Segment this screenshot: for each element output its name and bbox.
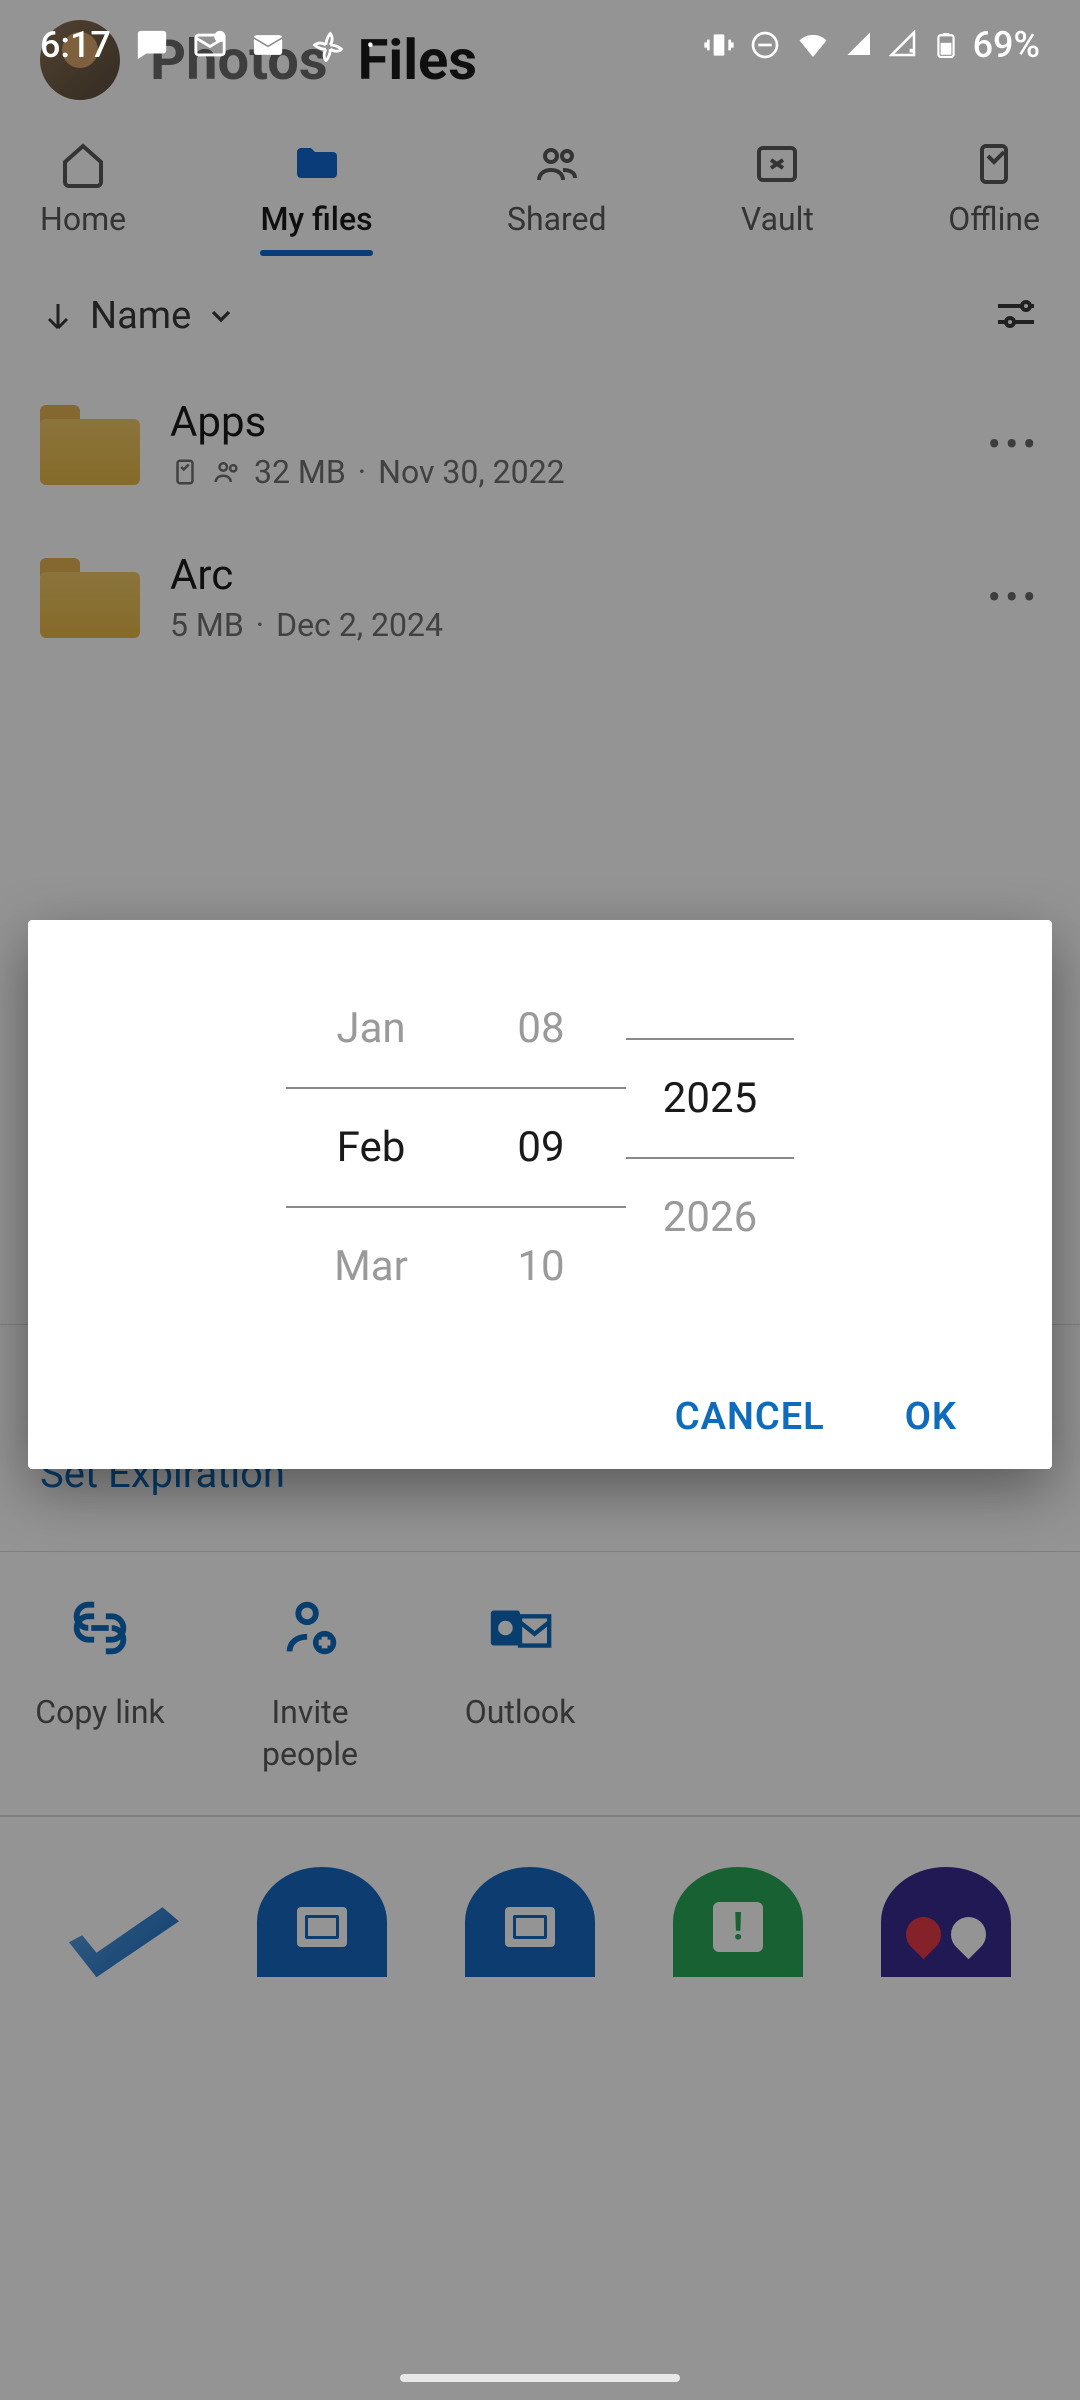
fan-icon bbox=[309, 28, 343, 62]
gesture-bar[interactable] bbox=[400, 2374, 680, 2382]
mail-icon bbox=[193, 28, 227, 62]
clock: 6:17 bbox=[40, 24, 111, 66]
signal-icon bbox=[889, 30, 919, 60]
vibrate-icon bbox=[703, 29, 735, 61]
signal-icon bbox=[845, 30, 875, 60]
dot-icon: • bbox=[367, 33, 374, 57]
chat-icon bbox=[135, 28, 169, 62]
ok-button[interactable]: OK bbox=[905, 1395, 957, 1439]
mail-icon bbox=[251, 28, 285, 62]
dnd-icon bbox=[749, 29, 781, 61]
battery-icon bbox=[933, 28, 959, 62]
date-picker-dialog: Jan Feb Mar 08 09 10 2025 2026 CANCEL OK bbox=[28, 920, 1052, 1469]
cancel-button[interactable]: CANCEL bbox=[675, 1395, 825, 1439]
status-bar: 6:17 • 69% bbox=[0, 0, 1080, 90]
wifi-icon bbox=[795, 27, 831, 63]
battery-percent: 69% bbox=[973, 24, 1040, 66]
day-picker[interactable]: 08 09 10 bbox=[456, 970, 626, 1325]
month-picker[interactable]: Jan Feb Mar bbox=[286, 970, 456, 1325]
year-picker[interactable]: 2025 2026 bbox=[626, 970, 794, 1325]
